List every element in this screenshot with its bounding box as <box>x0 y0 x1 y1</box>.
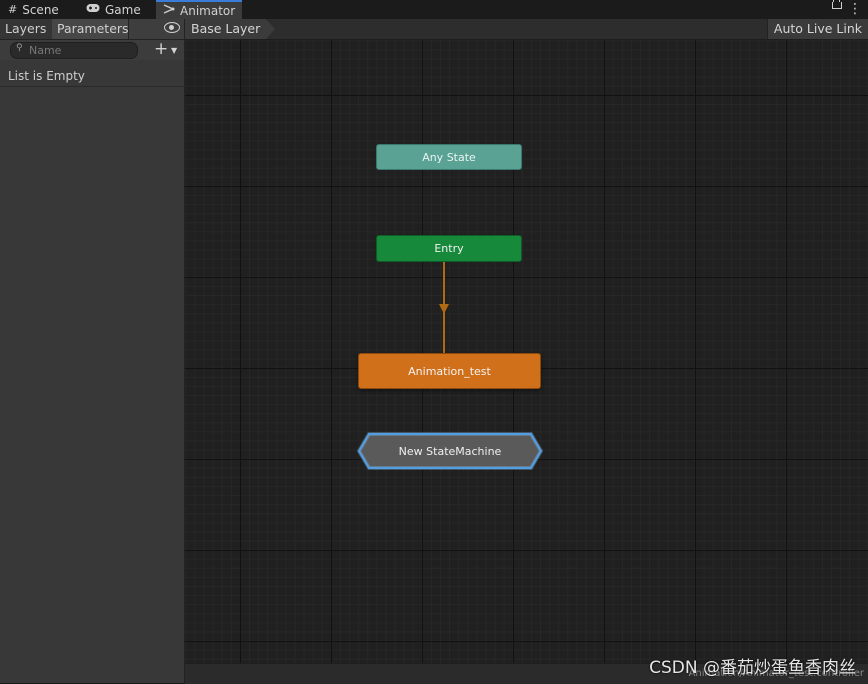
search-field[interactable]: ⚲ <box>10 42 138 59</box>
tab-animator[interactable]: Animator <box>156 0 243 19</box>
state-machine-node[interactable]: New StateMachine <box>357 432 543 470</box>
default-state-label: Animation_test <box>408 364 491 378</box>
entry-label: Entry <box>434 242 464 255</box>
state-machine-label: New StateMachine <box>398 444 502 458</box>
state-machine-graph[interactable]: Any State Entry Animation_test New State… <box>185 40 868 663</box>
chevron-down-icon: ▼ <box>171 46 178 55</box>
tab-scene-label: Scene <box>22 2 59 17</box>
watermark: CSDN @番茄炒蛋鱼香肉丝 <box>649 658 856 678</box>
search-input[interactable] <box>29 43 129 58</box>
tab-scene[interactable]: # Scene <box>8 0 59 19</box>
breadcrumb-base-layer[interactable]: Base Layer <box>185 19 276 39</box>
tab-layers[interactable]: Layers <box>0 19 54 39</box>
add-parameter-button[interactable]: + ▼ <box>154 40 182 60</box>
transition-entry-to-animation[interactable] <box>185 40 868 663</box>
tab-game[interactable]: Game <box>86 0 141 19</box>
animator-icon <box>163 4 175 17</box>
panel-tabs: Layers Parameters <box>0 19 184 40</box>
tab-game-label: Game <box>105 2 141 17</box>
plus-icon: + <box>154 39 169 59</box>
tab-animator-label: Animator <box>180 3 236 18</box>
more-options-icon[interactable]: ⋮ <box>848 1 862 17</box>
grid-icon: # <box>8 3 18 16</box>
tab-parameters[interactable]: Parameters <box>52 19 129 39</box>
auto-live-link-button[interactable]: Auto Live Link <box>766 19 868 39</box>
empty-list-text: List is Empty <box>0 66 184 87</box>
default-state-node[interactable]: Animation_test <box>358 353 541 389</box>
eye-icon[interactable] <box>164 22 180 33</box>
gamepad-icon <box>86 3 100 16</box>
entry-node[interactable]: Entry <box>376 235 522 262</box>
lock-icon[interactable] <box>832 0 842 9</box>
search-row: ⚲ +▼ <box>0 40 184 60</box>
search-icon: ⚲ <box>16 43 23 53</box>
any-state-node[interactable]: Any State <box>376 144 522 170</box>
graph-toolbar: Base Layer Auto Live Link <box>185 19 868 40</box>
parameters-panel: Layers Parameters ⚲ +▼ List is Empty <box>0 19 185 683</box>
any-state-label: Any State <box>422 150 476 164</box>
window-tab-bar: # Scene Game Animator ⋮ <box>0 0 868 19</box>
